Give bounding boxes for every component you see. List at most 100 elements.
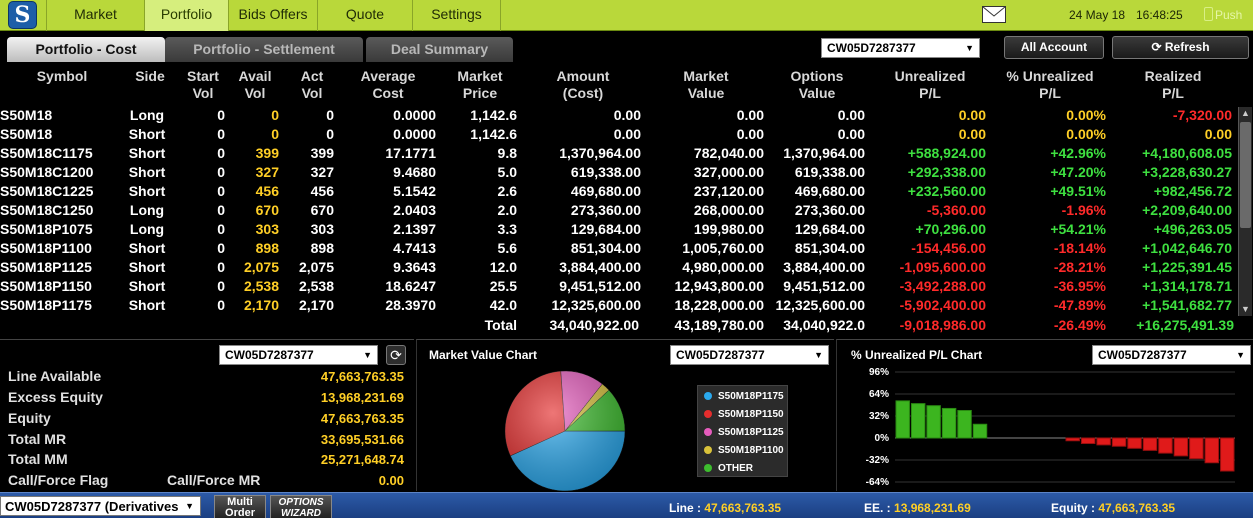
cell-unreal: -1,095,600.00 [899, 259, 986, 275]
table-scrollbar[interactable]: ▲ ▼ [1238, 107, 1252, 316]
status-line: Line : 47,663,763.35 [669, 501, 781, 515]
col-header-start-vol[interactable]: Start Vol [180, 68, 226, 102]
mail-icon[interactable] [982, 6, 1006, 23]
cell-avg: 5.1542 [393, 183, 436, 199]
table-row[interactable]: S50M18P1125 Short 0 2,075 2,075 9.3643 12.0 3,8… [0, 258, 1236, 277]
col-header-unrealized-pl[interactable]: Unrealized P/L [888, 68, 972, 102]
cell-oval: 0.00 [837, 126, 865, 142]
table-row[interactable]: S50M18C1175 Short 0 399 399 17.1771 9.8 1,370,9… [0, 144, 1236, 163]
table-row[interactable]: S50M18 Short 0 0 0 0.0000 1,142.6 0.00 0.00 0.00 0… [0, 125, 1236, 144]
col-header-side[interactable]: Side [128, 68, 172, 85]
options-wizard-button[interactable]: OPTIONS WIZARD [270, 495, 332, 518]
col-header-pct-unrealized-pl[interactable]: % Unrealized P/L [998, 68, 1102, 102]
summary-account-select[interactable]: CW05D7287377 ▼ [219, 345, 378, 365]
table-row[interactable]: S50M18 Long 0 0 0 0.0000 1,142.6 0.00 0.00 0.00 0.… [0, 106, 1236, 125]
pl-bar[interactable] [1189, 437, 1204, 460]
col-header-act-vol[interactable]: Act Vol [294, 68, 330, 102]
col-header-avg-cost[interactable]: Average Cost [355, 68, 421, 102]
scroll-down-icon[interactable]: ▼ [1239, 303, 1252, 316]
cell-act: 327 [310, 164, 334, 180]
account-select[interactable]: CW05D7287377 ▼ [821, 38, 980, 58]
nav-quote[interactable]: Quote [317, 0, 412, 31]
cell-mval: 237,120.00 [693, 183, 764, 199]
nav-bids-offers[interactable]: Bids Offers [228, 0, 317, 31]
cell-start: 0 [217, 107, 225, 123]
mv-account-select[interactable]: CW05D7287377 ▼ [670, 345, 829, 365]
status-ee-label: EE. : [864, 501, 891, 515]
cell-amount: 851,304.00 [570, 240, 641, 256]
cell-pct: +49.51% [1050, 183, 1106, 199]
legend-item[interactable]: S50M18P1125 [704, 427, 784, 438]
nav-market[interactable]: Market [46, 0, 144, 31]
cell-amount: 619,338.00 [570, 164, 641, 180]
col-header-market-price[interactable]: Market Price [451, 68, 509, 102]
legend-item[interactable]: S50M18P1150 [704, 409, 784, 420]
pl-bar[interactable] [926, 405, 941, 439]
nav-portfolio[interactable]: Portfolio [144, 0, 228, 31]
summary-refresh-icon[interactable]: ⟳ [386, 345, 406, 365]
pl-bar[interactable] [895, 400, 910, 439]
tab-portfolio-cost[interactable]: Portfolio - Cost [7, 37, 165, 62]
pl-bar[interactable] [1080, 437, 1096, 444]
table-row[interactable]: S50M18C1200 Short 0 327 327 9.4680 5.0 619,338.… [0, 163, 1236, 182]
legend-item[interactable]: S50M18P1100 [704, 445, 784, 456]
cell-pct: +47.20% [1050, 164, 1106, 180]
col-header-amount-cost[interactable]: Amount (Cost) [548, 68, 618, 102]
table-row[interactable]: S50M18P1150 Short 0 2,538 2,538 18.6247 25.5 9,… [0, 277, 1236, 296]
col-header-realized-pl[interactable]: Realized P/L [1136, 68, 1210, 102]
col-header-symbol[interactable]: Symbol [32, 68, 92, 85]
pl-bar[interactable] [1065, 437, 1080, 442]
table-row[interactable]: S50M18C1225 Short 0 456 456 5.1542 2.6 469,680.… [0, 182, 1236, 201]
pl-bar[interactable] [957, 410, 972, 439]
y-tick-label: 96% [869, 367, 889, 378]
legend-item[interactable]: S50M18P1175 [704, 391, 784, 402]
col-header-avail-vol[interactable]: Avail Vol [234, 68, 276, 102]
col-header-avail-vol-l1: Avail [238, 68, 272, 84]
tab-portfolio-settlement[interactable]: Portfolio - Settlement [165, 37, 363, 62]
cell-pct: 0.00% [1066, 107, 1106, 123]
status-account-select[interactable]: CW05D7287377 (Derivatives ▼ [0, 496, 201, 516]
table-row[interactable]: S50M18P1075 Long 0 303 303 2.1397 3.3 129,684.0… [0, 220, 1236, 239]
push-toggle[interactable] [1204, 7, 1213, 21]
cell-side: Short [128, 164, 166, 180]
tab-deal-summary[interactable]: Deal Summary [366, 37, 513, 62]
table-row[interactable]: S50M18P1175 Short 0 2,170 2,170 28.3970 42.0 12… [0, 296, 1236, 315]
cell-act: 898 [310, 240, 334, 256]
chevron-down-icon: ▼ [1236, 350, 1245, 360]
scroll-up-icon[interactable]: ▲ [1239, 107, 1252, 120]
legend-swatch-icon [704, 464, 712, 472]
nav-settings[interactable]: Settings [412, 0, 501, 31]
legend-label: OTHER [718, 463, 753, 474]
col-header-start-vol-l1: Start [187, 68, 219, 84]
pl-bar[interactable] [1158, 437, 1173, 454]
pl-bar[interactable] [1220, 437, 1235, 472]
cell-avg: 4.7413 [393, 240, 436, 256]
refresh-button[interactable]: ⟳ Refresh [1112, 36, 1249, 59]
pl-bar[interactable] [910, 403, 926, 439]
cell-start: 0 [217, 221, 225, 237]
market-value-chart-title: Market Value Chart [429, 348, 538, 362]
pl-bar[interactable] [1111, 437, 1127, 447]
pl-bar[interactable] [941, 407, 957, 439]
pl-bar[interactable] [1204, 437, 1220, 464]
legend-swatch-icon [704, 410, 712, 418]
pl-bar[interactable] [1096, 437, 1111, 446]
table-row[interactable]: S50M18C1250 Long 0 670 670 2.0403 2.0 273,360.0… [0, 201, 1236, 220]
pl-bar[interactable] [972, 423, 988, 439]
all-account-button[interactable]: All Account [1004, 36, 1104, 59]
pl-bar[interactable] [1142, 437, 1158, 451]
excess-equity-label: Excess Equity [8, 389, 103, 405]
legend-item[interactable]: OTHER [704, 463, 753, 474]
cell-realized: +1,314,178.71 [1142, 278, 1232, 294]
scroll-thumb[interactable] [1240, 122, 1251, 228]
total-pct: -26.49% [1053, 317, 1106, 333]
multi-order-button[interactable]: Multi Order [214, 495, 266, 518]
pl-account-select[interactable]: CW05D7287377 ▼ [1092, 345, 1251, 365]
col-header-options-value[interactable]: Options Value [785, 68, 849, 102]
table-row[interactable]: S50M18P1100 Short 0 898 898 4.7413 5.6 851,304.… [0, 239, 1236, 258]
col-header-avail-vol-l2: Vol [244, 85, 266, 101]
col-header-market-value[interactable]: Market Value [676, 68, 736, 102]
cell-amount: 0.00 [613, 126, 641, 142]
pl-bar[interactable] [1173, 437, 1189, 457]
pl-bar[interactable] [1127, 437, 1142, 449]
